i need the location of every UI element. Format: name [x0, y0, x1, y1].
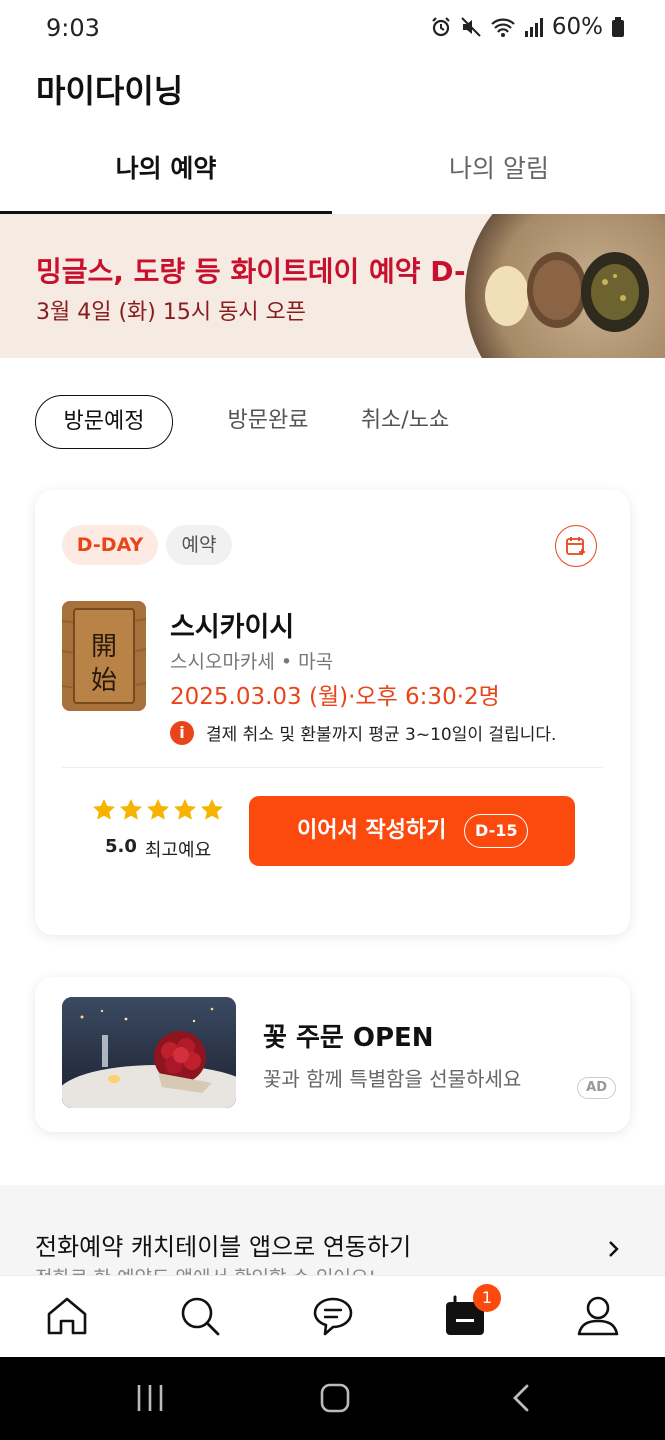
bottom-navigation: 1 — [0, 1275, 665, 1357]
back-button[interactable] — [510, 1383, 532, 1417]
battery-icon — [611, 16, 625, 38]
reservation-type-badge: 예약 — [166, 525, 232, 565]
info-icon: i — [170, 720, 194, 745]
reservation-datetime: 2025.03.03 (월)·오후 6:30·2명 — [170, 684, 500, 710]
status-time: 9:03 — [46, 14, 100, 42]
search-icon — [181, 1297, 220, 1336]
svg-text:開: 開 — [91, 632, 117, 662]
status-icons: 60% — [430, 14, 625, 40]
nav-my-page[interactable] — [576, 1294, 620, 1338]
nav-home[interactable] — [45, 1294, 89, 1338]
link-subtitle: 전화로 한 예약도 앱에서 확인할 수 있어요! — [35, 1263, 376, 1275]
divider — [62, 767, 603, 768]
refund-notice-text: 결제 취소 및 환불까지 평균 3~10일이 걸립니다. — [206, 725, 557, 745]
back-icon — [513, 1384, 529, 1412]
banner-subtitle: 3월 4일 (화) 15시 동시 오픈 — [36, 300, 307, 325]
filter-upcoming[interactable]: 방문예정 — [35, 395, 173, 449]
add-to-calendar-button[interactable] — [555, 525, 597, 567]
promo-banner[interactable]: 밍글스, 도량 등 화이트데이 예약 D-1 3월 4일 (화) 15시 동시 … — [0, 214, 665, 358]
rating-value: 5.0 — [105, 836, 137, 857]
banner-food-image — [465, 214, 665, 358]
home-icon — [47, 1297, 87, 1335]
tab-my-notifications[interactable]: 나의 알림 — [333, 136, 665, 216]
signal-icon — [524, 16, 544, 38]
refund-notice: i 결제 취소 및 환불까지 평균 3~10일이 걸립니다. — [170, 720, 556, 745]
rating-stars — [92, 798, 224, 822]
status-bar: 9:03 60% — [0, 0, 665, 56]
restaurant-category: 스시오마카세 • 마곡 — [170, 651, 334, 673]
rating-summary: 5.0 최고예요 — [105, 836, 211, 862]
nav-chat[interactable] — [311, 1294, 355, 1338]
star-icon — [201, 799, 223, 820]
write-review-button[interactable]: 이어서 작성하기 D-15 — [249, 796, 575, 866]
tab-bar: 나의 예약 나의 알림 — [0, 136, 665, 216]
calendar-add-icon — [566, 537, 585, 555]
mute-icon — [460, 16, 482, 38]
reservation-count-badge: 1 — [473, 1284, 501, 1312]
restaurant-name[interactable]: 스시카이시 — [170, 605, 294, 644]
star-icon — [120, 799, 142, 820]
tab-my-reservations[interactable]: 나의 예약 — [0, 136, 332, 216]
recent-apps-icon — [137, 1385, 163, 1411]
write-review-label: 이어서 작성하기 — [297, 818, 447, 843]
battery-text: 60% — [551, 14, 603, 40]
banner-title: 밍글스, 도량 등 화이트데이 예약 D-1 — [36, 255, 486, 288]
chat-icon — [313, 1297, 353, 1336]
recent-apps-button[interactable] — [136, 1383, 164, 1417]
alarm-icon — [430, 16, 452, 38]
ad-badge: AD — [577, 1077, 616, 1099]
svg-text:始: 始 — [91, 666, 117, 696]
restaurant-thumbnail: 開 始 — [62, 601, 146, 711]
reservation-card[interactable]: D-DAY 예약 開 始 스시카이시 스시오마카세 • 마곡 2025.03.0… — [35, 490, 630, 935]
ad-title: 꽃 주문 OPEN — [263, 1023, 434, 1053]
star-icon — [174, 799, 196, 820]
ad-subtitle: 꽃과 함께 특별함을 선물하세요 — [263, 1067, 522, 1091]
nav-search[interactable] — [178, 1294, 222, 1338]
chevron-right-icon — [609, 1241, 619, 1257]
phone-reservation-link[interactable]: 전화예약 캐치테이블 앱으로 연동하기 전화로 한 예약도 앱에서 확인할 수 … — [0, 1185, 665, 1275]
home-square-icon — [320, 1383, 350, 1413]
filter-visited[interactable]: 방문완료 — [203, 395, 333, 449]
star-icon — [93, 799, 115, 820]
mypage-icon — [577, 1296, 619, 1336]
system-navigation-bar — [0, 1357, 665, 1440]
wifi-icon — [490, 16, 516, 38]
filter-cancelled[interactable]: 취소/노쇼 — [353, 395, 457, 449]
home-system-button[interactable] — [320, 1383, 350, 1417]
flower-order-ad-card[interactable]: 꽃 주문 OPEN 꽃과 함께 특별함을 선물하세요 AD — [35, 977, 630, 1132]
link-title: 전화예약 캐치테이블 앱으로 연동하기 — [35, 1233, 412, 1261]
ad-image — [62, 997, 236, 1108]
page-title: 마이다이닝 — [36, 72, 184, 110]
dday-badge: D-DAY — [62, 525, 158, 565]
star-icon — [147, 799, 169, 820]
rating-label: 최고예요 — [144, 840, 212, 861]
review-deadline-badge: D-15 — [464, 814, 529, 848]
